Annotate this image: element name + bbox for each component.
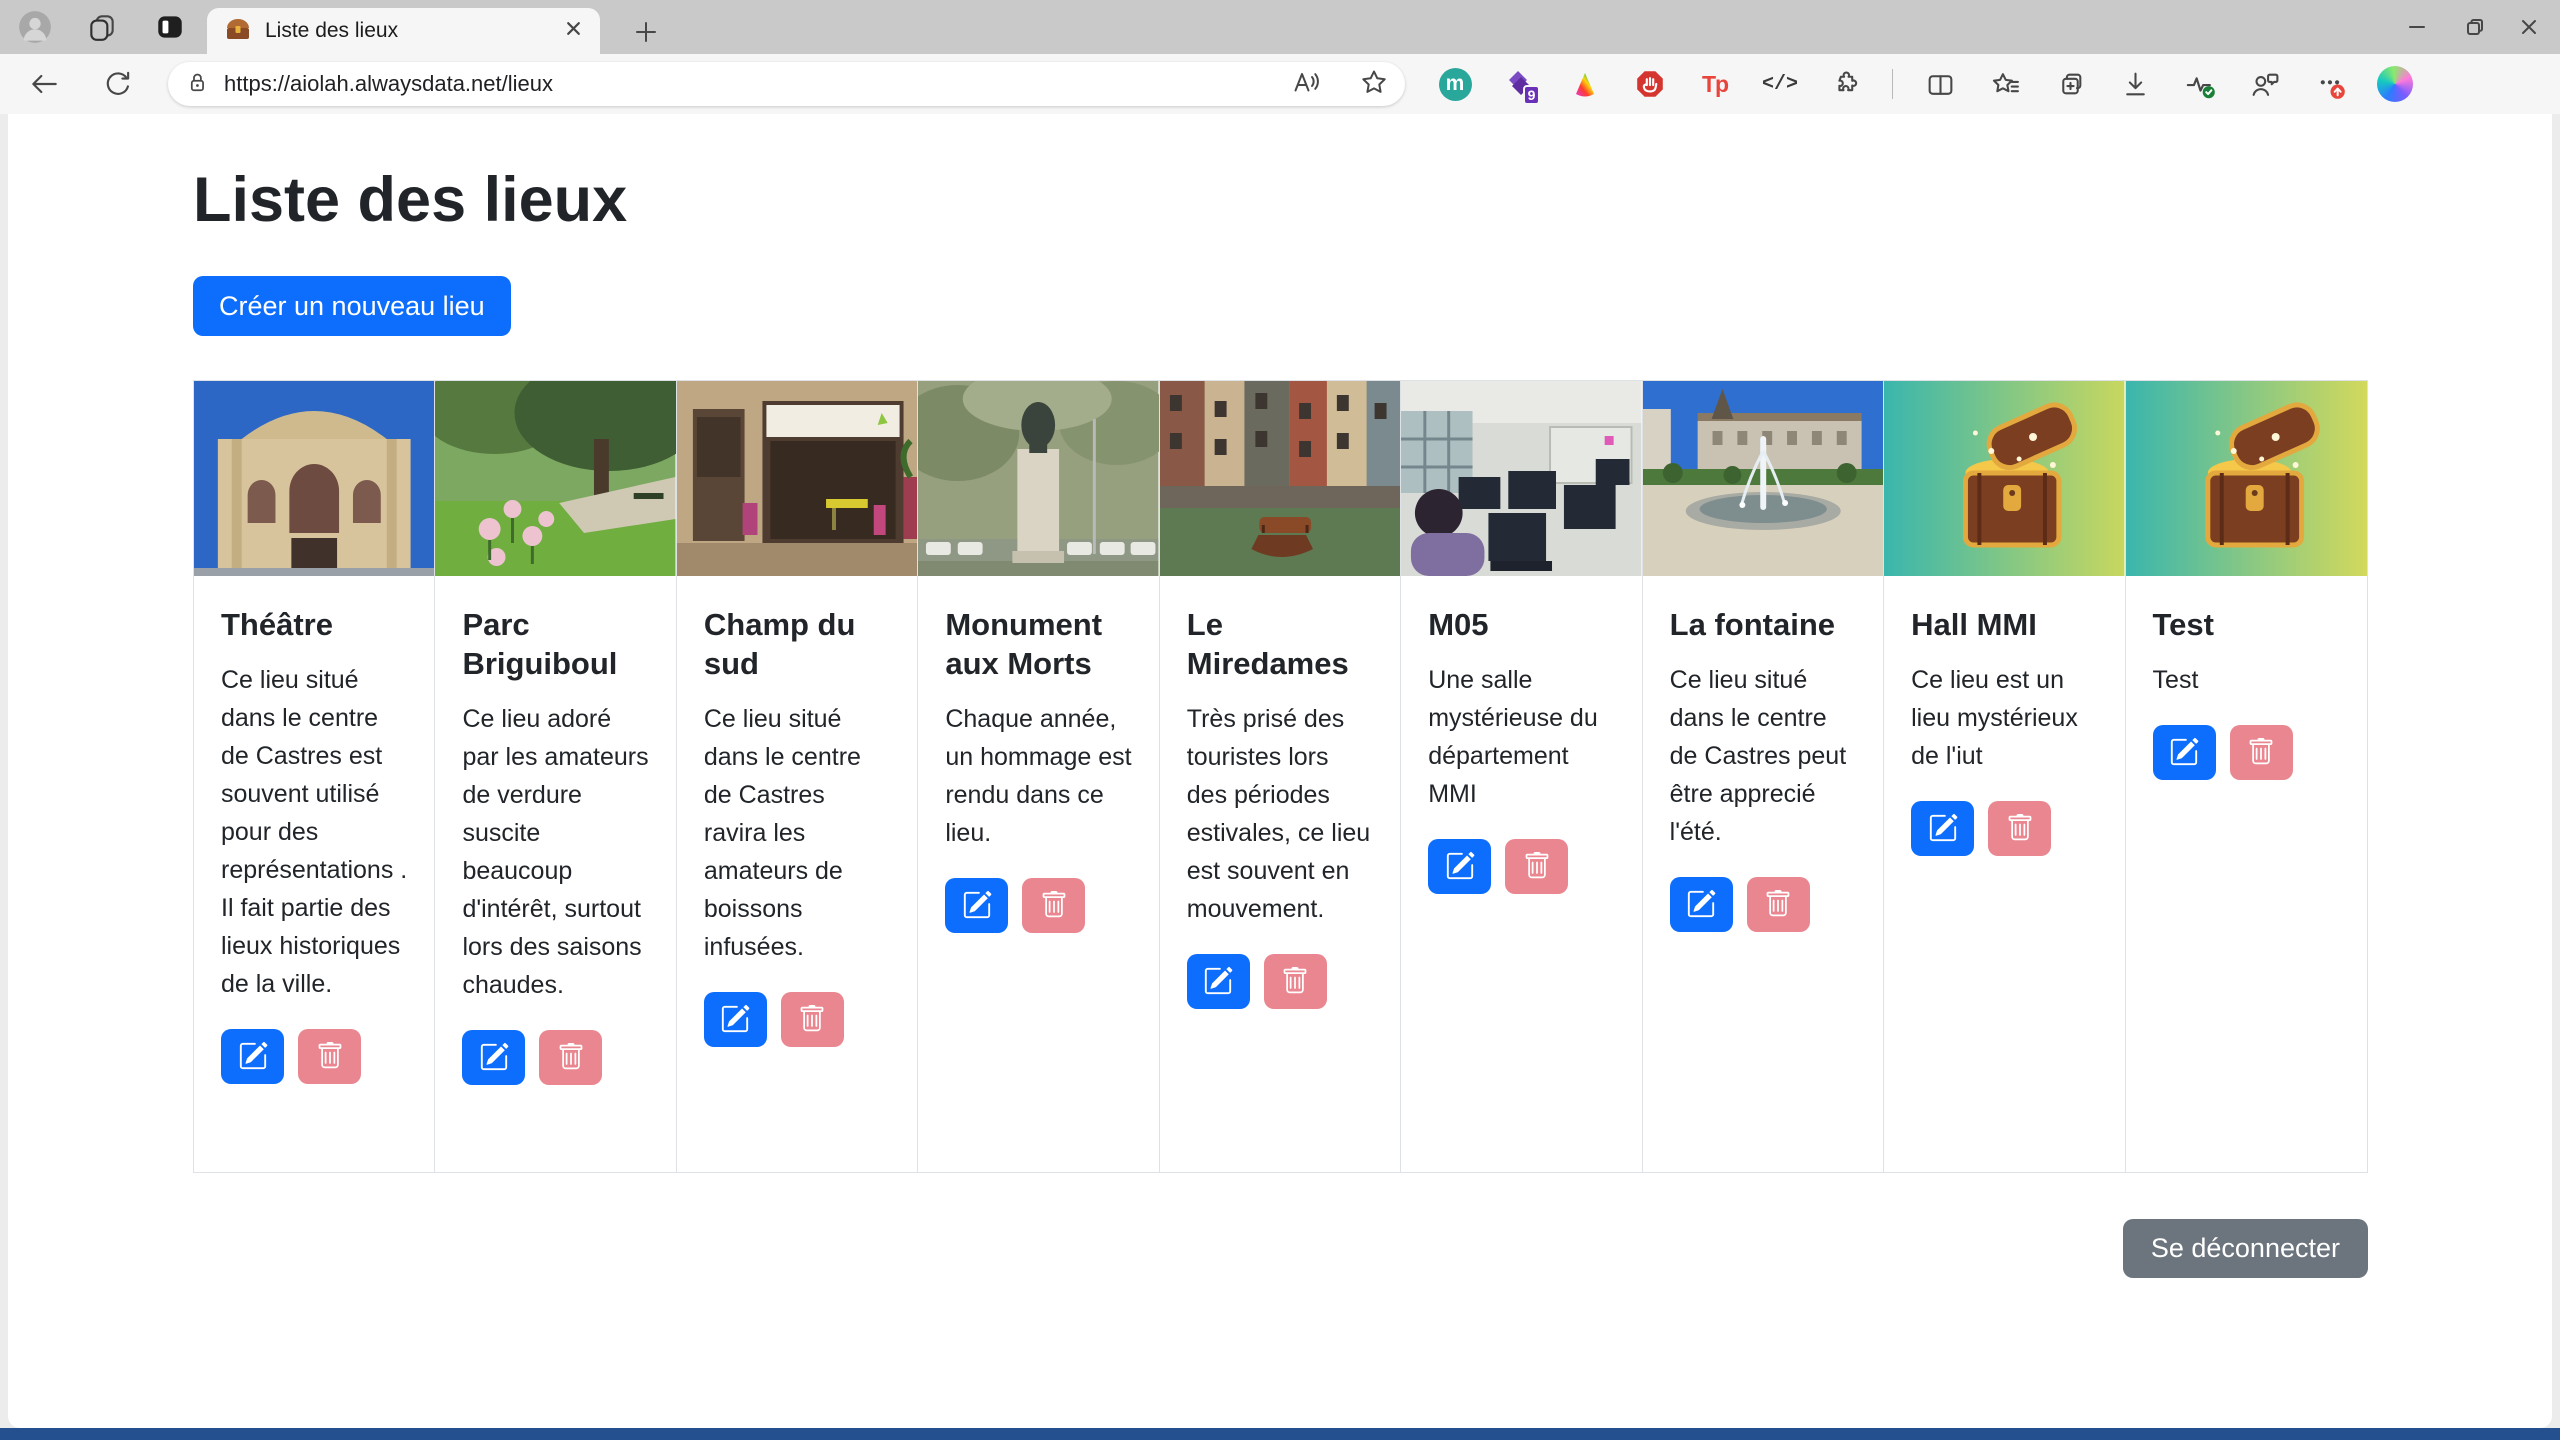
place-image-computer-classroom	[1401, 381, 1641, 576]
delete-button[interactable]	[1747, 877, 1810, 932]
browser-toolbar: https://aiolah.alwaysdata.net/lieux m 9 …	[0, 54, 2560, 114]
page-body: Liste des lieux Créer un nouveau lieu Th…	[8, 114, 2552, 1428]
place-description: Ce lieu adoré par les amateurs de verdur…	[462, 700, 648, 1004]
tab-groups-icon[interactable]	[84, 9, 120, 45]
create-place-button[interactable]: Créer un nouveau lieu	[193, 276, 511, 336]
tab-close-icon[interactable]	[565, 20, 582, 42]
tab-title: Liste des lieux	[265, 19, 551, 43]
refresh-button[interactable]	[96, 62, 140, 106]
read-aloud-icon[interactable]	[1291, 67, 1321, 102]
edit-button[interactable]	[945, 878, 1008, 933]
tab-favicon-treasure-chest	[225, 16, 251, 47]
place-name: M05	[1428, 606, 1614, 645]
place-description: Très prisé des touristes lors des périod…	[1187, 700, 1373, 928]
settings-more-icon[interactable]	[2312, 66, 2348, 102]
place-image-treasure-chest	[2126, 381, 2367, 576]
url-input[interactable]: https://aiolah.alwaysdata.net/lieux	[224, 71, 1291, 97]
extension-badge: 9	[1523, 85, 1540, 105]
extension-tp-icon[interactable]: Tp	[1697, 66, 1733, 102]
window-minimize-button[interactable]	[2394, 7, 2440, 47]
split-screen-icon[interactable]	[1922, 66, 1958, 102]
feedback-person-icon[interactable]	[2247, 66, 2283, 102]
place-name: Parc Briguiboul	[462, 606, 648, 684]
edit-button[interactable]	[1911, 801, 1974, 856]
back-button[interactable]	[22, 62, 66, 106]
place-card: M05 Une salle mystérieuse du département…	[1401, 381, 1642, 1172]
address-bar[interactable]: https://aiolah.alwaysdata.net/lieux	[168, 62, 1405, 106]
place-description: Chaque année, un hommage est rendu dans …	[945, 700, 1131, 852]
lock-icon[interactable]	[184, 69, 210, 100]
browser-essentials-icon[interactable]	[2182, 66, 2218, 102]
place-image-tea-shop-front	[677, 381, 917, 576]
delete-button[interactable]	[2230, 725, 2293, 780]
place-name: La fontaine	[1670, 606, 1856, 645]
place-description: Ce lieu situé dans le centre de Castres …	[1670, 661, 1856, 851]
profile-avatar[interactable]	[17, 9, 53, 45]
place-name: Champ du sud	[704, 606, 890, 684]
edit-button[interactable]	[221, 1029, 284, 1084]
copilot-icon[interactable]	[2377, 66, 2413, 102]
edit-button[interactable]	[462, 1030, 525, 1085]
delete-button[interactable]	[539, 1030, 602, 1085]
place-card: Champ du sud Ce lieu situé dans le centr…	[677, 381, 918, 1172]
window-bottom-edge	[0, 1428, 2560, 1440]
place-image-river-houses-boat	[1160, 381, 1400, 576]
delete-button[interactable]	[1022, 878, 1085, 933]
window-close-button[interactable]	[2506, 7, 2552, 47]
place-card: Parc Briguiboul Ce lieu adoré par les am…	[435, 381, 676, 1172]
vertical-tabs-icon[interactable]	[152, 9, 188, 45]
place-card: Théâtre Ce lieu situé dans le centre de …	[194, 381, 435, 1172]
place-card: Hall MMI Ce lieu est un lieu mystérieux …	[1884, 381, 2125, 1172]
places-grid: Théâtre Ce lieu situé dans le centre de …	[193, 380, 2368, 1173]
place-name: Le Miredames	[1187, 606, 1373, 684]
place-card: Monument aux Morts Chaque année, un homm…	[918, 381, 1159, 1172]
place-card: La fontaine Ce lieu situé dans le centre…	[1643, 381, 1884, 1172]
place-card: Le Miredames Très prisé des touristes lo…	[1160, 381, 1401, 1172]
place-image-treasure-chest	[1884, 381, 2124, 576]
browser-tab-bar: Liste des lieux	[0, 0, 2560, 54]
place-description: Ce lieu situé dans le centre de Castres …	[221, 661, 407, 1003]
place-name: Théâtre	[221, 606, 407, 645]
collections-icon[interactable]	[2052, 66, 2088, 102]
delete-button[interactable]	[298, 1029, 361, 1084]
page-title: Liste des lieux	[193, 164, 2368, 236]
extensions-puzzle-icon[interactable]	[1827, 66, 1863, 102]
place-image-stone-monument	[918, 381, 1158, 576]
place-name: Monument aux Morts	[945, 606, 1131, 684]
extensions-row: m 9 Tp </>	[1437, 66, 2413, 102]
edit-button[interactable]	[1670, 877, 1733, 932]
place-image-fountain-garden	[1643, 381, 1883, 576]
edit-button[interactable]	[2153, 725, 2216, 780]
place-name: Test	[2153, 606, 2340, 645]
extension-stack-icon[interactable]: 9	[1502, 66, 1538, 102]
place-image-park-roses	[435, 381, 675, 576]
delete-button[interactable]	[781, 992, 844, 1047]
place-description: Une salle mystérieuse du département MMI	[1428, 661, 1614, 813]
toolbar-divider	[1892, 69, 1893, 99]
edit-button[interactable]	[1187, 954, 1250, 1009]
place-card: Test Test	[2126, 381, 2367, 1172]
extension-code-icon[interactable]: </>	[1762, 66, 1798, 102]
place-description: Ce lieu est un lieu mystérieux de l'iut	[1911, 661, 2097, 775]
active-tab[interactable]: Liste des lieux	[207, 8, 600, 54]
place-name: Hall MMI	[1911, 606, 2097, 645]
place-description: Ce lieu situé dans le centre de Castres …	[704, 700, 890, 966]
delete-button[interactable]	[1988, 801, 2051, 856]
extension-adblock-icon[interactable]	[1632, 66, 1668, 102]
place-description: Test	[2153, 661, 2340, 699]
delete-button[interactable]	[1264, 954, 1327, 1009]
edit-button[interactable]	[1428, 839, 1491, 894]
favorites-hub-icon[interactable]	[1987, 66, 2023, 102]
new-tab-button[interactable]	[628, 14, 664, 50]
extension-color-picker-icon[interactable]	[1567, 66, 1603, 102]
delete-button[interactable]	[1505, 839, 1568, 894]
favorite-star-icon[interactable]	[1359, 67, 1389, 102]
place-image-theatre-facade	[194, 381, 434, 576]
page-frame: Liste des lieux Créer un nouveau lieu Th…	[0, 114, 2560, 1428]
window-restore-button[interactable]	[2452, 7, 2498, 47]
extension-mastodon-icon[interactable]: m	[1437, 66, 1473, 102]
logout-button[interactable]: Se déconnecter	[2123, 1219, 2368, 1278]
edit-button[interactable]	[704, 992, 767, 1047]
downloads-icon[interactable]	[2117, 66, 2153, 102]
